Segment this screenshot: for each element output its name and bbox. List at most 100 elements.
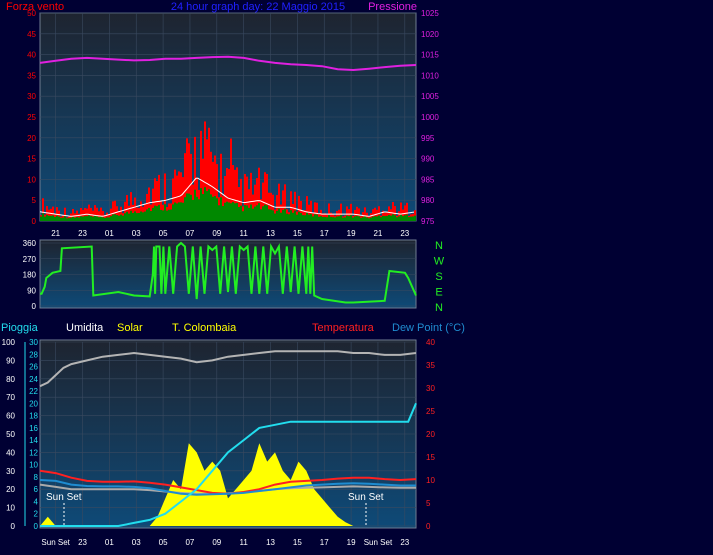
wind-tick-label: 30 <box>27 92 36 101</box>
wind-speed-bar <box>238 207 240 221</box>
rain-tick-label: 28 <box>29 350 38 359</box>
wind-left-axis: 05101520253035404550 <box>27 9 36 226</box>
wind-speed-bar <box>382 215 384 221</box>
time-tick-label: 09 <box>212 229 221 238</box>
wind-speed-bar <box>130 210 132 221</box>
wind-speed-bar <box>318 216 320 221</box>
wind-speed-bar <box>338 216 340 221</box>
wind-speed-bar <box>268 209 270 221</box>
compass-label: N <box>435 302 443 314</box>
wind-speed-bar <box>180 202 182 221</box>
wind-speed-bar <box>166 210 168 221</box>
wind-speed-bar <box>168 209 170 221</box>
wind-speed-bar <box>194 189 196 221</box>
wind-speed-bar <box>132 213 134 221</box>
wind-speed-bar <box>66 218 68 221</box>
wind-speed-bar <box>278 208 280 221</box>
wind-speed-bar <box>276 210 278 221</box>
wind-speed-bar <box>118 215 120 221</box>
wind-speed-bar <box>244 205 246 221</box>
wind-speed-bar <box>290 210 292 221</box>
temperature-tick-label: 35 <box>426 361 435 370</box>
wind-speed-bar <box>300 213 302 221</box>
wind-tick-label: 0 <box>32 217 37 226</box>
humidity-tick-label: 100 <box>2 338 16 347</box>
rain-tick-label: 10 <box>29 461 38 470</box>
humidity-tick-label: 20 <box>6 485 15 494</box>
humidity-tick-label: 80 <box>6 375 15 384</box>
wind-speed-bar <box>106 217 108 221</box>
wind-speed-bar <box>94 215 96 221</box>
rain-tick-label: 16 <box>29 424 38 433</box>
wind-speed-bar <box>296 214 298 221</box>
pressure-tick-label: 1005 <box>421 92 439 101</box>
wind-speed-bar <box>240 205 242 221</box>
wind-speed-bar <box>122 215 124 221</box>
wind-speed-bar <box>152 207 154 221</box>
direction-tick-label: 180 <box>23 271 37 280</box>
wind-speed-bar <box>44 216 46 221</box>
rain-tick-label: 2 <box>34 510 39 519</box>
wind-speed-bar <box>302 215 304 221</box>
wind-speed-bar <box>58 216 60 221</box>
wind-speed-bar <box>344 217 346 221</box>
legend-dew-point: Dew Point (°C) <box>392 322 465 334</box>
time-tick-label: 17 <box>320 538 329 547</box>
chart-title: 24 hour graph day: 22 Maggio 2015 <box>171 1 345 13</box>
wind-speed-bar <box>368 218 370 221</box>
pressure-tick-label: 1020 <box>421 30 439 39</box>
wind-speed-bar <box>104 217 106 221</box>
wind-speed-bar <box>48 215 50 221</box>
humidity-tick-label: 60 <box>6 412 15 421</box>
direction-plot-area <box>39 239 417 309</box>
wind-tick-label: 5 <box>32 196 37 205</box>
wind-speed-bar <box>248 207 250 221</box>
wind-speed-bar <box>206 191 208 221</box>
wind-speed-bar <box>154 205 156 221</box>
wind-speed-bar <box>334 217 336 221</box>
wind-speed-bar <box>68 218 70 221</box>
direction-tick-label: 90 <box>27 286 36 295</box>
wind-speed-bar <box>262 206 264 221</box>
time-tick-label: 07 <box>185 229 194 238</box>
pressure-tick-label: 975 <box>421 217 435 226</box>
time-tick-label: 15 <box>293 229 302 238</box>
time-tick-label: 01 <box>105 229 114 238</box>
wind-speed-bar <box>298 211 300 221</box>
temperature-tick-label: 25 <box>426 407 435 416</box>
wind-speed-bar <box>224 202 226 221</box>
wind-speed-bar <box>234 203 236 221</box>
wind-speed-bar <box>272 210 274 221</box>
wind-speed-bar <box>174 202 176 221</box>
wind-speed-bar <box>98 217 100 221</box>
wind-speed-bar <box>396 217 398 221</box>
wind-speed-bar <box>76 217 78 221</box>
wind-speed-bar <box>320 216 322 221</box>
wind-speed-bar <box>376 216 378 221</box>
wind-speed-bar <box>324 216 326 221</box>
wind-speed-bar <box>360 217 362 221</box>
wind-speed-bar <box>406 214 408 221</box>
rain-axis: 024681012141618202224262830 <box>24 338 39 531</box>
legend-humidity: Umidita <box>66 322 104 334</box>
rain-tick-label: 20 <box>29 399 38 408</box>
wind-speed-bar <box>92 216 94 221</box>
wind-speed-bar <box>264 204 266 221</box>
wind-speed-bar <box>212 196 214 221</box>
pressure-tick-label: 1000 <box>421 113 439 122</box>
humidity-tick-label: 10 <box>6 504 15 513</box>
wind-tick-label: 40 <box>27 51 36 60</box>
wind-speed-bar <box>332 217 334 221</box>
wind-speed-bar <box>370 217 372 221</box>
wind-speed-bar <box>64 216 66 221</box>
wind-speed-bar <box>340 215 342 221</box>
wind-speed-bar <box>284 208 286 221</box>
time-tick-label: Sun Set <box>41 538 70 547</box>
wind-speed-bar <box>42 213 44 221</box>
wind-speed-bar <box>260 209 262 221</box>
pressure-tick-label: 980 <box>421 196 435 205</box>
rain-tick-label: 22 <box>29 387 38 396</box>
wind-tick-label: 35 <box>27 71 36 80</box>
wind-speed-bar <box>412 216 414 221</box>
time-tick-label: 13 <box>266 229 275 238</box>
